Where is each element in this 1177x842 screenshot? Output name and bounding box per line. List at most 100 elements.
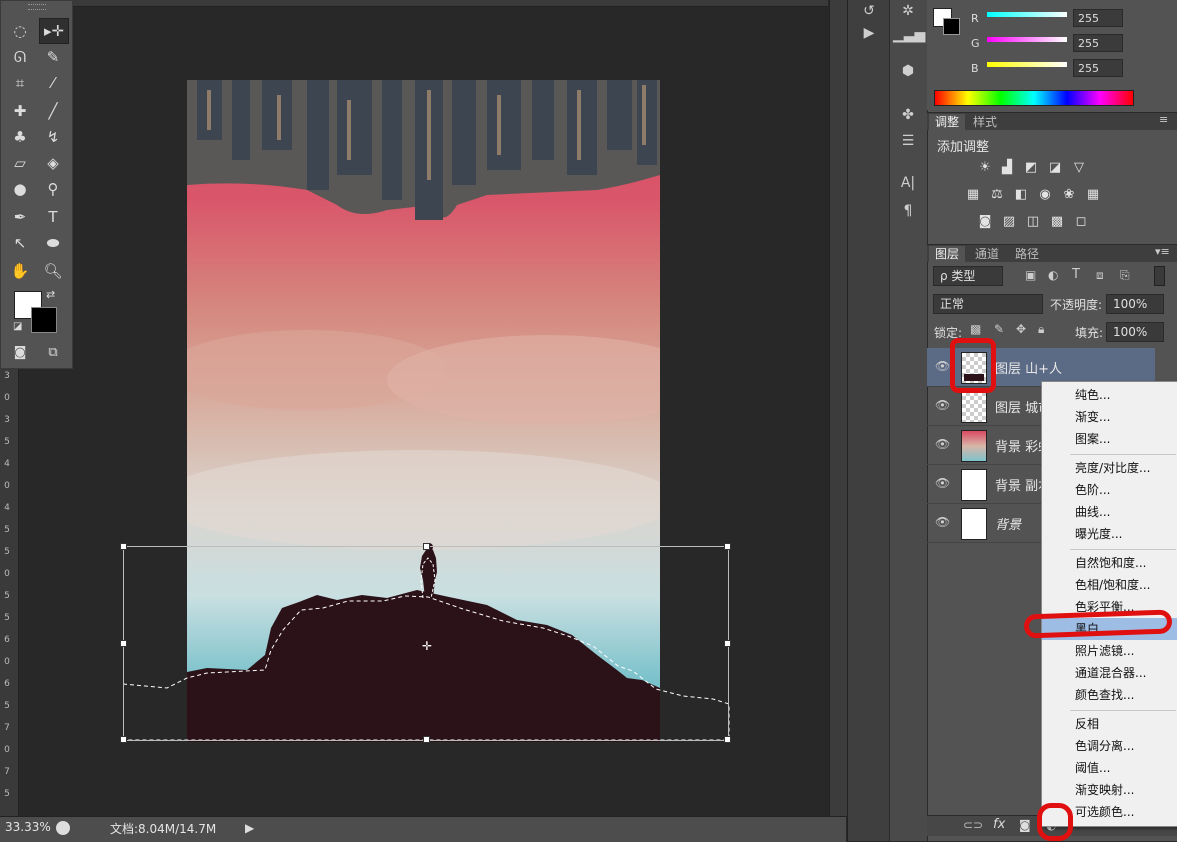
blend-mode-select[interactable]: 正常	[933, 294, 1043, 314]
histogram-icon[interactable]: ▁▃▅	[893, 24, 925, 46]
transform-handle-bottom-right[interactable]	[724, 736, 731, 743]
menu-item-pattern[interactable]: 图案...	[1042, 428, 1177, 450]
lock-image-icon[interactable]: ✎	[994, 322, 1004, 336]
transform-center-icon[interactable]: ✛	[422, 639, 432, 653]
value-r[interactable]: 255	[1073, 9, 1123, 27]
color-balance-icon[interactable]: ⚖	[988, 187, 1006, 203]
dodge-tool-icon[interactable]: ⚲	[39, 177, 67, 201]
visibility-eye-icon[interactable]: 👁︎	[935, 437, 950, 451]
toolbar-grip[interactable]	[28, 4, 46, 10]
status-menu-arrow-icon[interactable]: ▶	[245, 821, 254, 835]
brush-presets-icon[interactable]: ✤	[893, 104, 923, 126]
layer-name[interactable]: 背景	[995, 514, 1021, 533]
vertical-scrollbar[interactable]	[829, 0, 847, 816]
slider-r[interactable]	[987, 12, 1067, 17]
menu-item-curves[interactable]: 曲线...	[1042, 501, 1177, 523]
channel-mixer-icon[interactable]: ❀	[1060, 187, 1078, 203]
slider-b[interactable]	[987, 62, 1067, 67]
brush-tool-icon[interactable]: ╱	[39, 99, 67, 123]
filter-shape-icon[interactable]: ⧈	[1096, 268, 1104, 283]
blur-tool-icon[interactable]: ●	[6, 177, 34, 201]
quick-selection-tool-icon[interactable]: ✎	[39, 45, 67, 69]
layers-panel-menu-icon[interactable]: ▾≡	[1155, 245, 1170, 258]
zoom-level[interactable]: 33.33%	[5, 820, 51, 834]
transform-handle-top-left[interactable]	[120, 543, 127, 550]
hue-saturation-icon[interactable]: ▦	[964, 187, 982, 203]
filter-pixel-icon[interactable]: ▣	[1025, 268, 1036, 282]
filter-adjustment-icon[interactable]: ◐	[1048, 268, 1058, 282]
transform-handle-bottom[interactable]	[423, 736, 430, 743]
tool-presets-icon[interactable]: ☰	[893, 130, 923, 152]
menu-item-vibrance[interactable]: 自然饱和度...	[1042, 552, 1177, 574]
menu-item-channel-mixer[interactable]: 通道混合器...	[1042, 662, 1177, 684]
actions-play-icon[interactable]: ▶	[854, 22, 884, 44]
fill-input[interactable]: 100%	[1106, 322, 1164, 342]
menu-item-photo-filter[interactable]: 照片滤镜...	[1042, 640, 1177, 662]
black-white-icon[interactable]: ◧	[1012, 187, 1030, 203]
menu-item-gradient-map[interactable]: 渐变映射...	[1042, 779, 1177, 801]
screen-mode-icon[interactable]: ⧉	[39, 341, 67, 365]
posterize-icon[interactable]: ▨	[1000, 214, 1018, 230]
quick-mask-icon[interactable]: ◙	[6, 341, 34, 365]
photo-filter-icon[interactable]: ◉	[1036, 187, 1054, 203]
menu-item-gradient[interactable]: 渐变...	[1042, 406, 1177, 428]
layer-name[interactable]: 图层 山+人	[995, 358, 1062, 377]
brightness-icon[interactable]: ☀	[976, 160, 994, 176]
visibility-eye-icon[interactable]: 👁︎	[935, 398, 950, 412]
status-info-icon[interactable]	[56, 821, 70, 835]
gradient-map-icon[interactable]: ▩	[1048, 214, 1066, 230]
transform-handle-top-right[interactable]	[724, 543, 731, 550]
marquee-tool-icon[interactable]: ◌	[6, 19, 34, 43]
swap-colors-icon[interactable]: ⇄	[46, 288, 55, 301]
tab-paths[interactable]: 路径	[1009, 246, 1045, 262]
lock-transparent-icon[interactable]: ▩	[970, 322, 981, 336]
value-g[interactable]: 255	[1073, 34, 1123, 52]
link-layers-icon[interactable]: ⊂⊃	[963, 818, 983, 832]
eyedropper-tool-icon[interactable]: ⁄	[39, 71, 67, 95]
menu-item-exposure[interactable]: 曝光度...	[1042, 523, 1177, 545]
filter-type-icon[interactable]: T	[1072, 267, 1080, 282]
menu-item-levels[interactable]: 色阶...	[1042, 479, 1177, 501]
healing-brush-tool-icon[interactable]: ✚	[6, 99, 34, 123]
menu-item-hue-saturation[interactable]: 色相/饱和度...	[1042, 574, 1177, 596]
history-icon[interactable]: ↺	[854, 0, 884, 22]
lasso-tool-icon[interactable]: ᘏ	[6, 45, 34, 69]
character-icon[interactable]: A|	[893, 172, 923, 194]
menu-item-solid-color[interactable]: 纯色...	[1042, 384, 1177, 406]
threshold-icon[interactable]: ◫	[1024, 214, 1042, 230]
default-colors-icon[interactable]: ◪	[13, 321, 22, 332]
add-mask-icon[interactable]: ◙	[1019, 818, 1031, 832]
menu-item-brightness-contrast[interactable]: 亮度/对比度...	[1042, 457, 1177, 479]
paint-bucket-tool-icon[interactable]: ◈	[39, 151, 67, 175]
vibrance-icon[interactable]: ▽	[1070, 160, 1088, 176]
curves-icon[interactable]: ◩	[1022, 160, 1040, 176]
ellipse-tool-icon[interactable]: ⬬	[39, 231, 67, 255]
path-selection-tool-icon[interactable]: ↖	[6, 231, 34, 255]
color-lookup-icon[interactable]: ▦	[1084, 187, 1102, 203]
value-b[interactable]: 255	[1073, 59, 1123, 77]
transform-handle-bottom-left[interactable]	[120, 736, 127, 743]
opacity-input[interactable]: 100%	[1106, 294, 1164, 314]
eraser-tool-icon[interactable]: ▱	[6, 151, 34, 175]
hand-tool-icon[interactable]: ✋	[6, 259, 34, 283]
menu-item-invert[interactable]: 反相	[1042, 713, 1177, 735]
tab-styles[interactable]: 样式	[967, 114, 1003, 130]
tab-channels[interactable]: 通道	[969, 246, 1005, 262]
navigator-icon[interactable]: ✲	[893, 0, 923, 22]
3d-icon[interactable]: ⬢	[893, 60, 923, 82]
filter-toggle[interactable]	[1154, 266, 1165, 286]
exposure-icon[interactable]: ◪	[1046, 160, 1064, 176]
tab-adjustments[interactable]: 调整	[929, 114, 966, 130]
visibility-eye-icon[interactable]: 👁︎	[935, 515, 950, 529]
tab-layers[interactable]: 图层	[929, 246, 966, 262]
menu-item-color-lookup[interactable]: 颜色查找...	[1042, 684, 1177, 706]
clone-stamp-tool-icon[interactable]: ♣	[6, 125, 34, 149]
slider-g[interactable]	[987, 37, 1067, 42]
history-brush-tool-icon[interactable]: ↯	[39, 125, 67, 149]
pen-tool-icon[interactable]: ✒	[6, 205, 34, 229]
visibility-eye-icon[interactable]: 👁︎	[935, 476, 950, 490]
move-tool-icon[interactable]: ▸✛	[39, 18, 69, 44]
free-transform-box[interactable]: ✛	[120, 543, 731, 743]
invert-icon[interactable]: ◙	[976, 214, 994, 230]
selective-color-icon[interactable]: ◻	[1072, 214, 1090, 230]
